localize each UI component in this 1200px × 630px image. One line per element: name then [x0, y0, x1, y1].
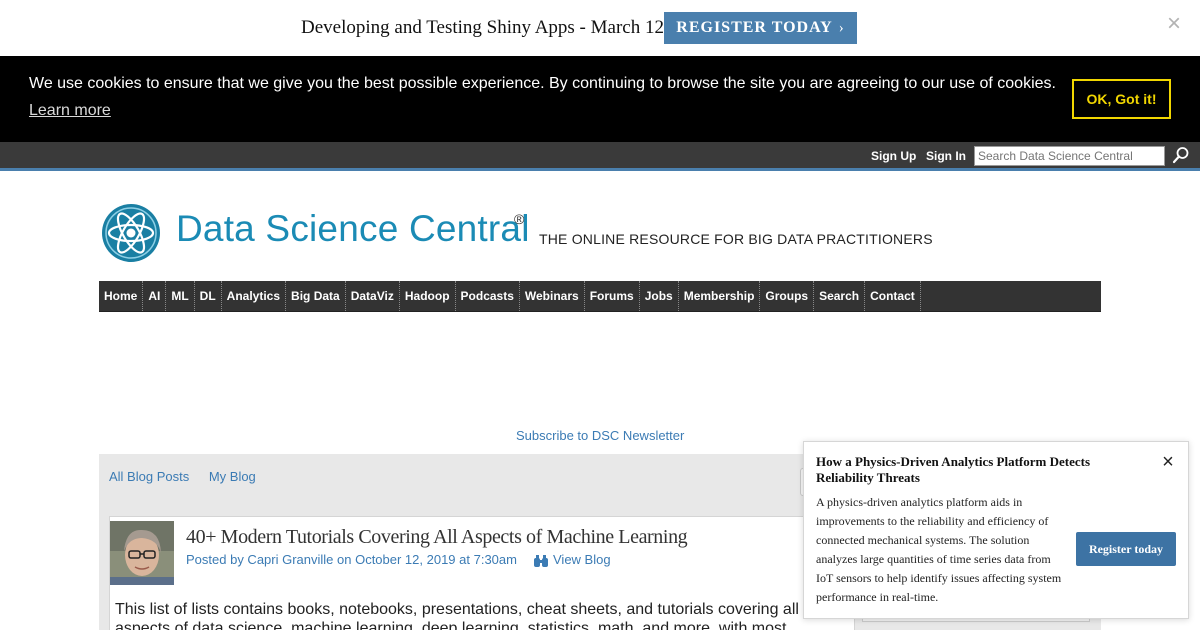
post-title[interactable]: 40+ Modern Tutorials Covering All Aspect… — [186, 526, 688, 549]
nav-item-hadoop[interactable]: Hadoop — [400, 281, 456, 311]
tab-all-blog-posts[interactable]: All Blog Posts — [109, 469, 189, 484]
nav-item-groups[interactable]: Groups — [760, 281, 815, 311]
site-tagline: THE ONLINE RESOURCE FOR BIG DATA PRACTIT… — [539, 231, 933, 247]
register-today-button[interactable]: REGISTER TODAY › — [664, 12, 857, 44]
binoculars-icon — [534, 555, 548, 567]
post-excerpt: This list of lists contains books, noteb… — [115, 601, 799, 630]
chevron-right-icon: › — [838, 19, 845, 36]
blog-tabs: All Blog Posts My Blog — [109, 469, 272, 484]
author-avatar[interactable] — [110, 521, 174, 585]
nav-item-ai[interactable]: AI — [143, 281, 167, 311]
popup-description: A physics-driven analytics platform aids… — [816, 495, 1062, 604]
site-name[interactable]: Data Science Central — [176, 208, 530, 250]
post-meta[interactable]: Posted by Capri Granville on October 12,… — [186, 552, 517, 567]
sign-in-link[interactable]: Sign In — [926, 149, 966, 163]
registered-mark: ® — [514, 211, 525, 227]
close-icon[interactable]: × — [1160, 452, 1176, 472]
promo-text: Developing and Testing Shiny Apps - Marc… — [301, 17, 664, 38]
nav-item-dl[interactable]: DL — [195, 281, 222, 311]
nav-item-ml[interactable]: ML — [166, 281, 195, 311]
search-input[interactable] — [974, 146, 1165, 166]
search-icon[interactable] — [1172, 146, 1190, 164]
nav-item-jobs[interactable]: Jobs — [640, 281, 679, 311]
nav-item-webinars[interactable]: Webinars — [520, 281, 585, 311]
learn-more-link[interactable]: Learn more — [29, 102, 111, 120]
promo-popup: How a Physics-Driven Analytics Platform … — [803, 441, 1189, 619]
sign-up-link[interactable]: Sign Up — [871, 149, 916, 163]
nav-item-podcasts[interactable]: Podcasts — [456, 281, 520, 311]
cookie-consent-bar: We use cookies to ensure that we give yo… — [0, 56, 1200, 142]
tab-my-blog[interactable]: My Blog — [209, 469, 256, 484]
view-blog-link[interactable]: View Blog — [553, 552, 611, 567]
cookie-ok-button[interactable]: OK, Got it! — [1072, 79, 1171, 119]
nav-item-forums[interactable]: Forums — [585, 281, 640, 311]
main-nav: Home AI ML DL Analytics Big Data DataViz Hadoop… — [99, 281, 1101, 312]
popup-title[interactable]: How a Physics-Driven Analytics Platform … — [816, 454, 1106, 486]
subscribe-newsletter-link[interactable]: Subscribe to DSC Newsletter — [516, 428, 684, 443]
close-icon[interactable]: × — [1164, 12, 1184, 36]
nav-item-contact[interactable]: Contact — [865, 281, 921, 311]
cookie-message: We use cookies to ensure that we give yo… — [29, 75, 1056, 92]
register-today-popup-button[interactable]: Register today — [1076, 532, 1176, 566]
nav-item-home[interactable]: Home — [99, 281, 144, 311]
user-bar: Sign Up Sign In — [0, 142, 1200, 171]
register-today-label: REGISTER TODAY — [676, 19, 833, 36]
nav-item-search[interactable]: Search — [814, 281, 866, 311]
nav-item-analytics[interactable]: Analytics — [222, 281, 287, 311]
nav-item-big-data[interactable]: Big Data — [286, 281, 346, 311]
promo-banner: Developing and Testing Shiny Apps - Marc… — [0, 0, 1200, 56]
nav-item-membership[interactable]: Membership — [679, 281, 761, 311]
nav-item-dataviz[interactable]: DataViz — [346, 281, 400, 311]
logo-atom-icon[interactable] — [100, 202, 162, 264]
